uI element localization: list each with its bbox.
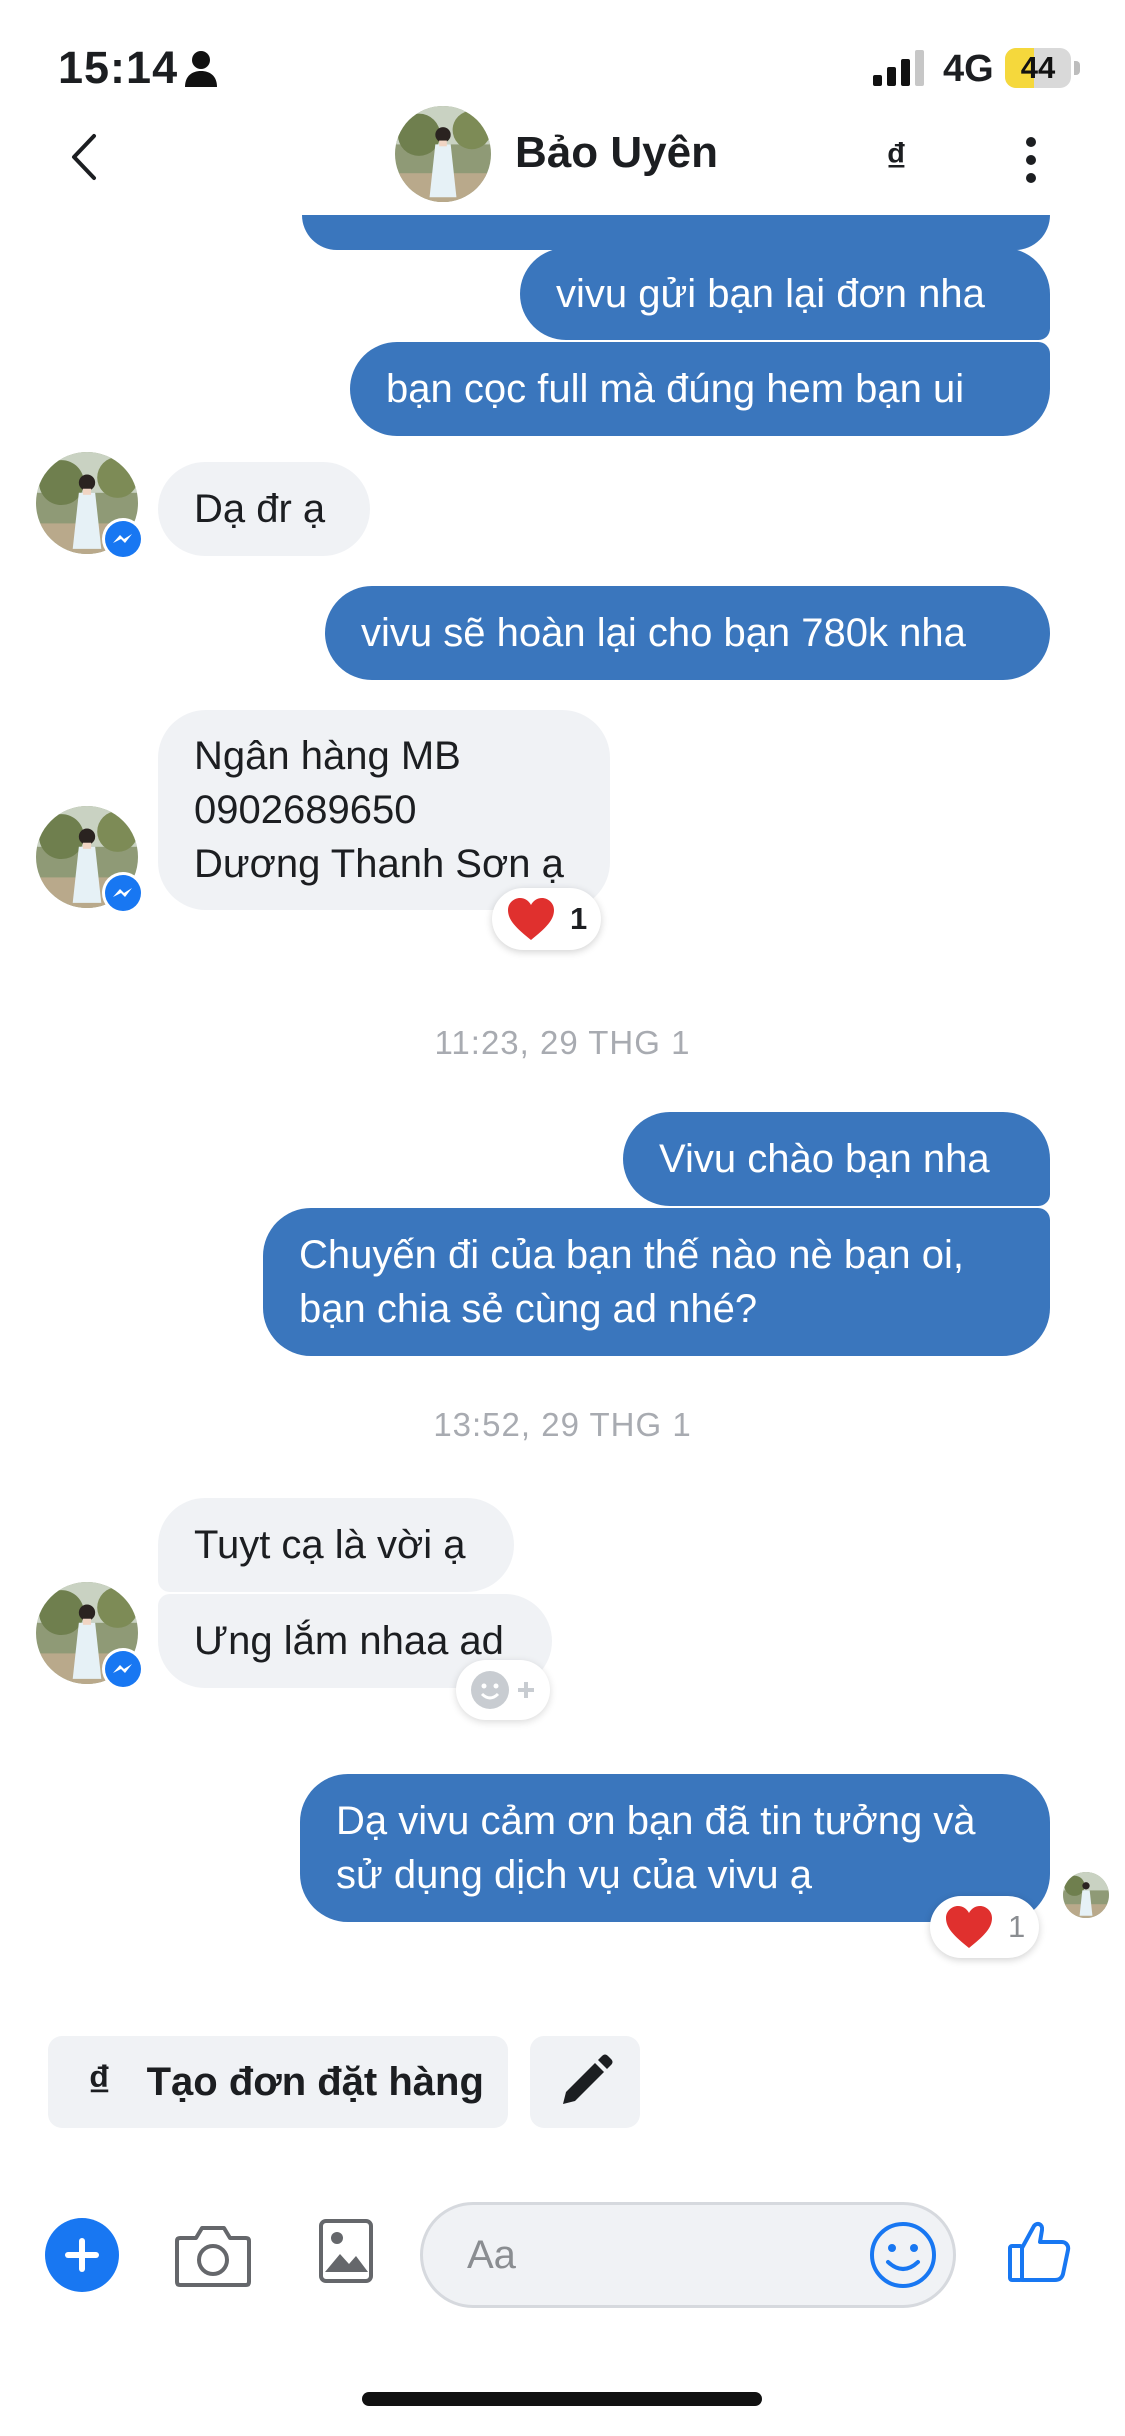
message-text: Dương Thanh Sơn ạ	[194, 842, 564, 886]
avatar-photo	[1063, 1872, 1109, 1918]
message-text: vivu sẽ hoàn lại cho bạn 780k nha	[361, 611, 966, 655]
messenger-badge-icon	[102, 1648, 144, 1690]
message-text: Dạ đr ạ	[194, 487, 326, 531]
camera-button[interactable]	[174, 2220, 252, 2290]
like-button[interactable]	[1006, 2218, 1072, 2284]
message-text: Dạ vivu cảm ơn bạn đã tin tưởng và	[336, 1799, 976, 1843]
message-bubble-outgoing[interactable]: vivu sẽ hoàn lại cho bạn 780k nha	[325, 586, 1050, 680]
smile-icon	[870, 2222, 936, 2288]
create-order-button[interactable]: ₫ Tạo đơn đặt hàng	[48, 2036, 508, 2128]
create-order-label: Tạo đơn đặt hàng	[146, 2059, 484, 2104]
message-bubble-outgoing[interactable]: vivu gửi bạn lại đơn nha	[520, 248, 1050, 340]
read-receipt-avatar	[1063, 1872, 1109, 1918]
dong-currency-button[interactable]: ₫	[886, 136, 907, 181]
thumbs-up-icon	[1008, 2221, 1071, 2282]
message-bubble-incoming[interactable]: Tuyt cạ là vời ạ	[158, 1498, 514, 1592]
gallery-button[interactable]	[318, 2218, 374, 2284]
pencil-icon	[563, 2054, 613, 2104]
add-reaction-icon	[471, 1671, 534, 1709]
chevron-left-icon	[72, 134, 96, 180]
contact-name[interactable]: Bảo Uyên	[515, 128, 718, 178]
reaction-badge[interactable]: 1	[492, 888, 602, 950]
message-bubble-outgoing[interactable]: Vivu chào bạn nha	[623, 1112, 1050, 1206]
camera-icon	[175, 2226, 251, 2287]
message-list[interactable]: vivu gửi bạn lại đơn nha bạn cọc full mà…	[0, 0, 1125, 1990]
edit-button[interactable]	[530, 2036, 640, 2128]
status-time: 15:14	[58, 42, 179, 93]
message-input-placeholder: Aa	[467, 2232, 516, 2277]
battery-percentage: 44	[1020, 50, 1056, 85]
more-vertical-icon	[1026, 137, 1036, 183]
message-text: Tuyt cạ là vời ạ	[194, 1523, 466, 1567]
back-button[interactable]	[58, 122, 114, 192]
plus-icon	[65, 2238, 99, 2272]
timestamp: 13:52, 29 THG 1	[433, 1406, 692, 1443]
reaction-badge[interactable]: 1	[930, 1896, 1040, 1958]
conversation-header: Bảo Uyên ₫	[0, 100, 1125, 215]
avatar-photo	[395, 106, 491, 202]
timestamp: 11:23, 29 THG 1	[434, 1024, 691, 1061]
emoji-button[interactable]	[868, 2220, 938, 2290]
message-text: Vivu chào bạn nha	[659, 1137, 990, 1181]
message-text: Chuyến đi của bạn thế nào nè bạn oi,	[299, 1233, 964, 1277]
message-text: bạn cọc full mà đúng hem bạn ui	[386, 367, 965, 411]
image-icon	[319, 2219, 373, 2283]
plus-button[interactable]	[45, 2218, 119, 2292]
message-text: bạn chia sẻ cùng ad nhé?	[299, 1287, 758, 1331]
contact-avatar[interactable]	[395, 106, 491, 202]
message-bubble-outgoing[interactable]: Dạ vivu cảm ơn bạn đã tin tưởng và sử dụ…	[300, 1774, 1050, 1922]
person-icon	[185, 51, 217, 87]
heart-icon	[946, 1906, 992, 1948]
message-text: sử dụng dịch vụ của vivu ạ	[336, 1853, 812, 1897]
more-options-button[interactable]	[1015, 130, 1047, 190]
home-indicator[interactable]	[362, 2392, 762, 2406]
reaction-count: 1	[1008, 1909, 1026, 1944]
signal-icon	[873, 50, 924, 86]
network-type: 4G	[943, 48, 994, 90]
message-bubble-incoming[interactable]: Dạ đr ạ	[158, 462, 370, 556]
message-text: vivu gửi bạn lại đơn nha	[556, 272, 985, 316]
add-reaction-button[interactable]	[456, 1660, 550, 1720]
message-text: Ngân hàng MB	[194, 734, 461, 778]
message-bubble-outgoing[interactable]: Chuyến đi của bạn thế nào nè bạn oi, bạn…	[263, 1208, 1050, 1356]
heart-icon	[508, 898, 554, 940]
messenger-badge-icon	[102, 518, 144, 560]
reaction-count: 1	[570, 901, 588, 936]
messenger-badge-icon	[102, 872, 144, 914]
message-bubble-incoming[interactable]: Ngân hàng MB 0902689650 Dương Thanh Sơn …	[158, 710, 610, 910]
message-text: 0902689650	[194, 788, 417, 832]
message-bubble-outgoing[interactable]: bạn cọc full mà đúng hem bạn ui	[350, 342, 1050, 436]
message-composer: Aa	[0, 2180, 1125, 2340]
battery-icon: 44	[1005, 48, 1080, 88]
dong-icon: ₫	[88, 2057, 111, 2106]
